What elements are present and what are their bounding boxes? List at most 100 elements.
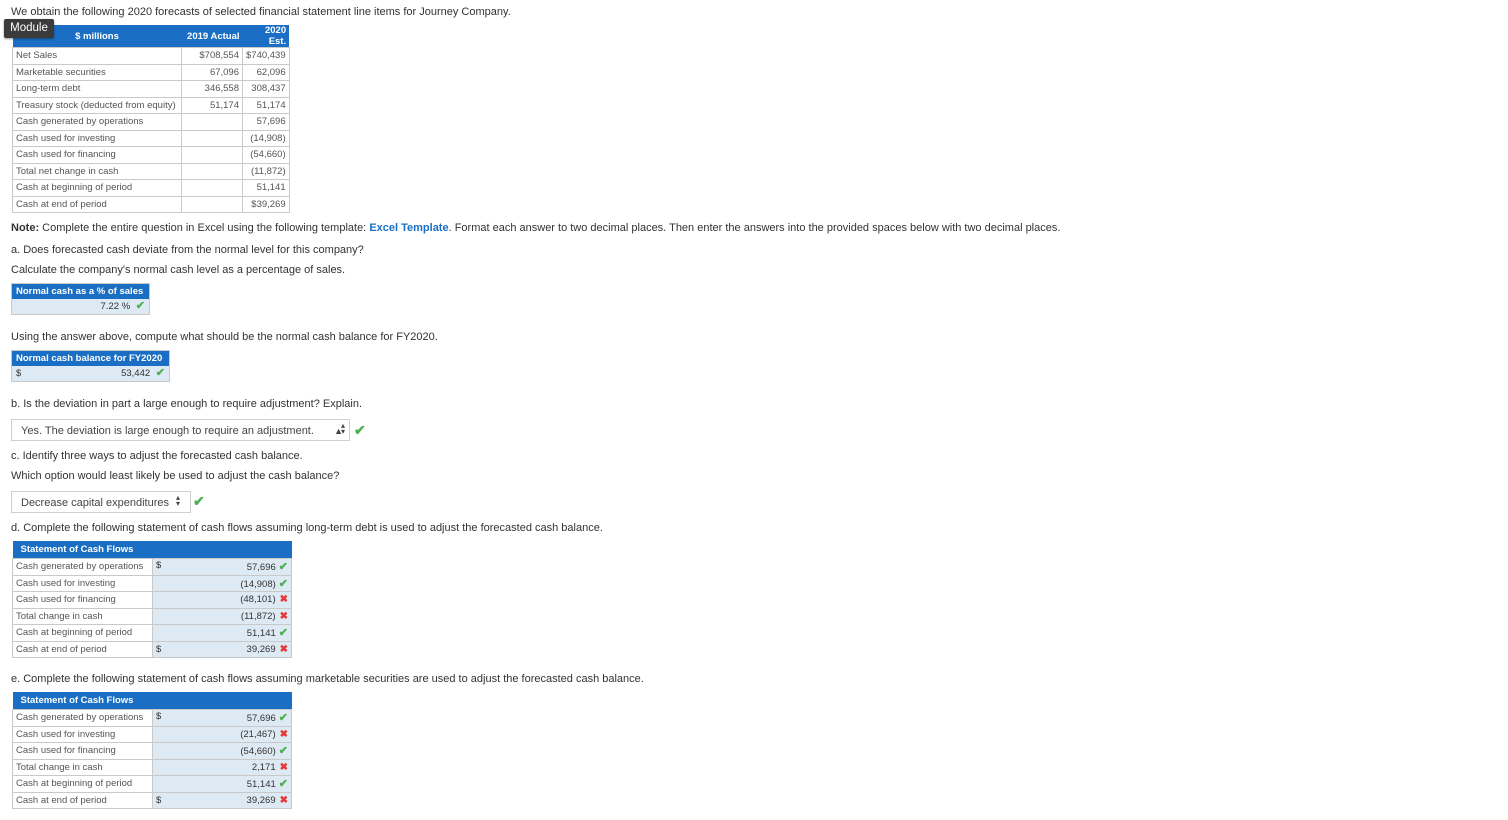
normal-cash-pct-input[interactable]: 7.22 % ✔ [12, 299, 149, 314]
check-icon: ✔ [278, 577, 288, 590]
amount-input[interactable]: (54,660) ✔ [152, 742, 292, 760]
select-arrows-icon: ▴ ▾ [341, 421, 346, 436]
row-label: Cash generated by operations [12, 113, 182, 131]
row-label: Marketable securities [12, 63, 182, 81]
row-label: Cash at beginning of period [11, 775, 154, 793]
cell-2019-actual: 346,558 [181, 80, 243, 98]
table-row: Total change in cash 2,171 ✖ [11, 758, 292, 776]
cross-icon: ✖ [279, 594, 288, 606]
row-label: Cash generated by operations [11, 709, 154, 727]
table-row: Cash used for investing (14,908) [12, 129, 290, 147]
row-label: Cash used for investing [12, 129, 182, 147]
note-post: . Format each answer to two decimal plac… [448, 222, 1061, 234]
table-row: Cash at beginning of period 51,141 [12, 179, 290, 197]
table-row: Total change in cash (11,872) ✖ [11, 607, 292, 625]
row-label: Total change in cash [11, 758, 154, 776]
intro-text: We obtain the following 2020 forecasts o… [11, 6, 511, 18]
cross-icon: ✖ [279, 610, 288, 622]
dollar-sign: $ [16, 368, 22, 379]
cash-flow-header-e: Statement of Cash Flows [12, 692, 292, 710]
dollar-sign: $ [156, 711, 162, 723]
part-b-dropdown[interactable]: Yes. The deviation is large enough to re… [11, 419, 350, 441]
cell-2020-est: $39,269 [242, 195, 290, 213]
row-label: Cash used for investing [11, 725, 154, 743]
cell-2019-actual: $708,554 [181, 47, 243, 65]
row-label: Long-term debt [12, 80, 182, 98]
row-label: Cash at end of period [12, 195, 182, 213]
excel-template-link[interactable]: Excel Template [369, 222, 448, 234]
part-c-instruction: Which option would least likely be used … [11, 470, 340, 482]
table-row: Cash generated by operations $57,696 ✔ [11, 558, 292, 576]
module-tag[interactable]: Module [4, 19, 54, 38]
check-icon: ✔ [193, 493, 205, 509]
cell-2020-est: 57,696 [242, 113, 290, 131]
cell-2019-actual [181, 179, 243, 197]
normal-cash-balance-header: Normal cash balance for FY2020 [12, 351, 169, 366]
header-2019-actual: 2019 Actual [181, 25, 243, 48]
part-a-question: a. Does forecasted cash deviate from the… [11, 244, 364, 256]
note-pre: Complete the entire question in Excel us… [39, 222, 370, 234]
cell-2020-est: 62,096 [242, 63, 290, 81]
amount-input[interactable]: $39,269 ✖ [152, 640, 292, 658]
normal-cash-pct-value: 7.22 [100, 301, 120, 312]
cell-2019-actual [181, 146, 243, 164]
amount-value: (21,467) [240, 728, 276, 740]
dollar-sign: $ [156, 643, 162, 655]
check-icon: ✔ [278, 561, 288, 574]
amount-input[interactable]: 2,171 ✖ [152, 758, 292, 776]
part-e-question: e. Complete the following statement of c… [11, 673, 644, 685]
amount-input[interactable]: (14,908) ✔ [152, 574, 292, 592]
amount-input[interactable]: (48,101) ✖ [152, 591, 292, 609]
table-row: Cash used for financing (54,660) ✔ [11, 742, 292, 760]
part-b-selected: Yes. The deviation is large enough to re… [21, 425, 314, 437]
amount-value: 57,696 [246, 713, 276, 725]
amount-input[interactable]: (21,467) ✖ [152, 725, 292, 743]
part-c-dropdown[interactable]: Decrease capital expenditures [11, 491, 191, 513]
cell-2019-actual [181, 162, 243, 180]
table-row: Cash used for financing (48,101) ✖ [11, 591, 292, 609]
cross-icon: ✖ [279, 794, 288, 806]
amount-input[interactable]: (11,872) ✖ [152, 607, 292, 625]
row-label: Total change in cash [11, 607, 154, 625]
amount-value: 51,141 [246, 628, 276, 640]
check-icon: ✔ [354, 422, 366, 438]
table-row: Cash at end of period $39,269 [12, 195, 290, 213]
header-2020-est: 2020 Est. [242, 25, 290, 48]
normal-cash-balance-input[interactable]: $ 53,442 ✔ [12, 366, 169, 381]
part-a-normal-balance-question: Using the answer above, compute what sho… [11, 331, 438, 343]
table-row: Long-term debt 346,558 308,437 [12, 80, 290, 98]
amount-value: (54,660) [240, 746, 276, 758]
forecast-table: $ millions 2019 Actual 2020 Est. Net Sal… [12, 25, 290, 213]
part-c-question: c. Identify three ways to adjust the for… [11, 450, 303, 462]
note-label: Note: [11, 222, 40, 234]
check-icon: ✔ [155, 367, 165, 379]
cell-2019-actual: 51,174 [181, 96, 243, 114]
select-arrows-icon: ▴ ▾ [176, 493, 181, 508]
table-row: Cash generated by operations $57,696 ✔ [11, 709, 292, 727]
table-row: Treasury stock (deducted from equity) 51,… [12, 96, 290, 114]
amount-input[interactable]: $39,269 ✖ [152, 791, 292, 809]
check-icon: ✔ [278, 627, 288, 640]
cash-flow-header-d: Statement of Cash Flows [12, 541, 292, 559]
table-row: Total net change in cash (11,872) [12, 162, 290, 180]
amount-value: 39,269 [246, 643, 276, 655]
row-label: Cash generated by operations [11, 558, 154, 576]
amount-input[interactable]: 51,141 ✔ [152, 624, 292, 642]
table-row: Cash generated by operations 57,696 [12, 113, 290, 131]
check-icon: ✔ [278, 712, 288, 725]
amount-input[interactable]: $57,696 ✔ [152, 558, 292, 576]
row-label: Cash at beginning of period [11, 624, 154, 642]
cell-2020-est: 51,174 [242, 96, 290, 114]
dollar-sign: $ [156, 794, 162, 806]
percent-unit: % [121, 301, 131, 312]
amount-input[interactable]: $57,696 ✔ [152, 709, 292, 727]
table-row: Cash at beginning of period 51,141 ✔ [11, 775, 292, 793]
row-label: Net Sales [12, 47, 182, 65]
cell-2020-est: (54,660) [242, 146, 290, 164]
row-label: Cash used for financing [12, 146, 182, 164]
amount-value: (14,908) [240, 578, 276, 590]
normal-cash-balance-box: Normal cash balance for FY2020 $ 53,442 … [11, 350, 170, 382]
table-row: Cash used for investing (14,908) ✔ [11, 574, 292, 592]
amount-input[interactable]: 51,141 ✔ [152, 775, 292, 793]
row-label: Cash used for financing [11, 591, 154, 609]
